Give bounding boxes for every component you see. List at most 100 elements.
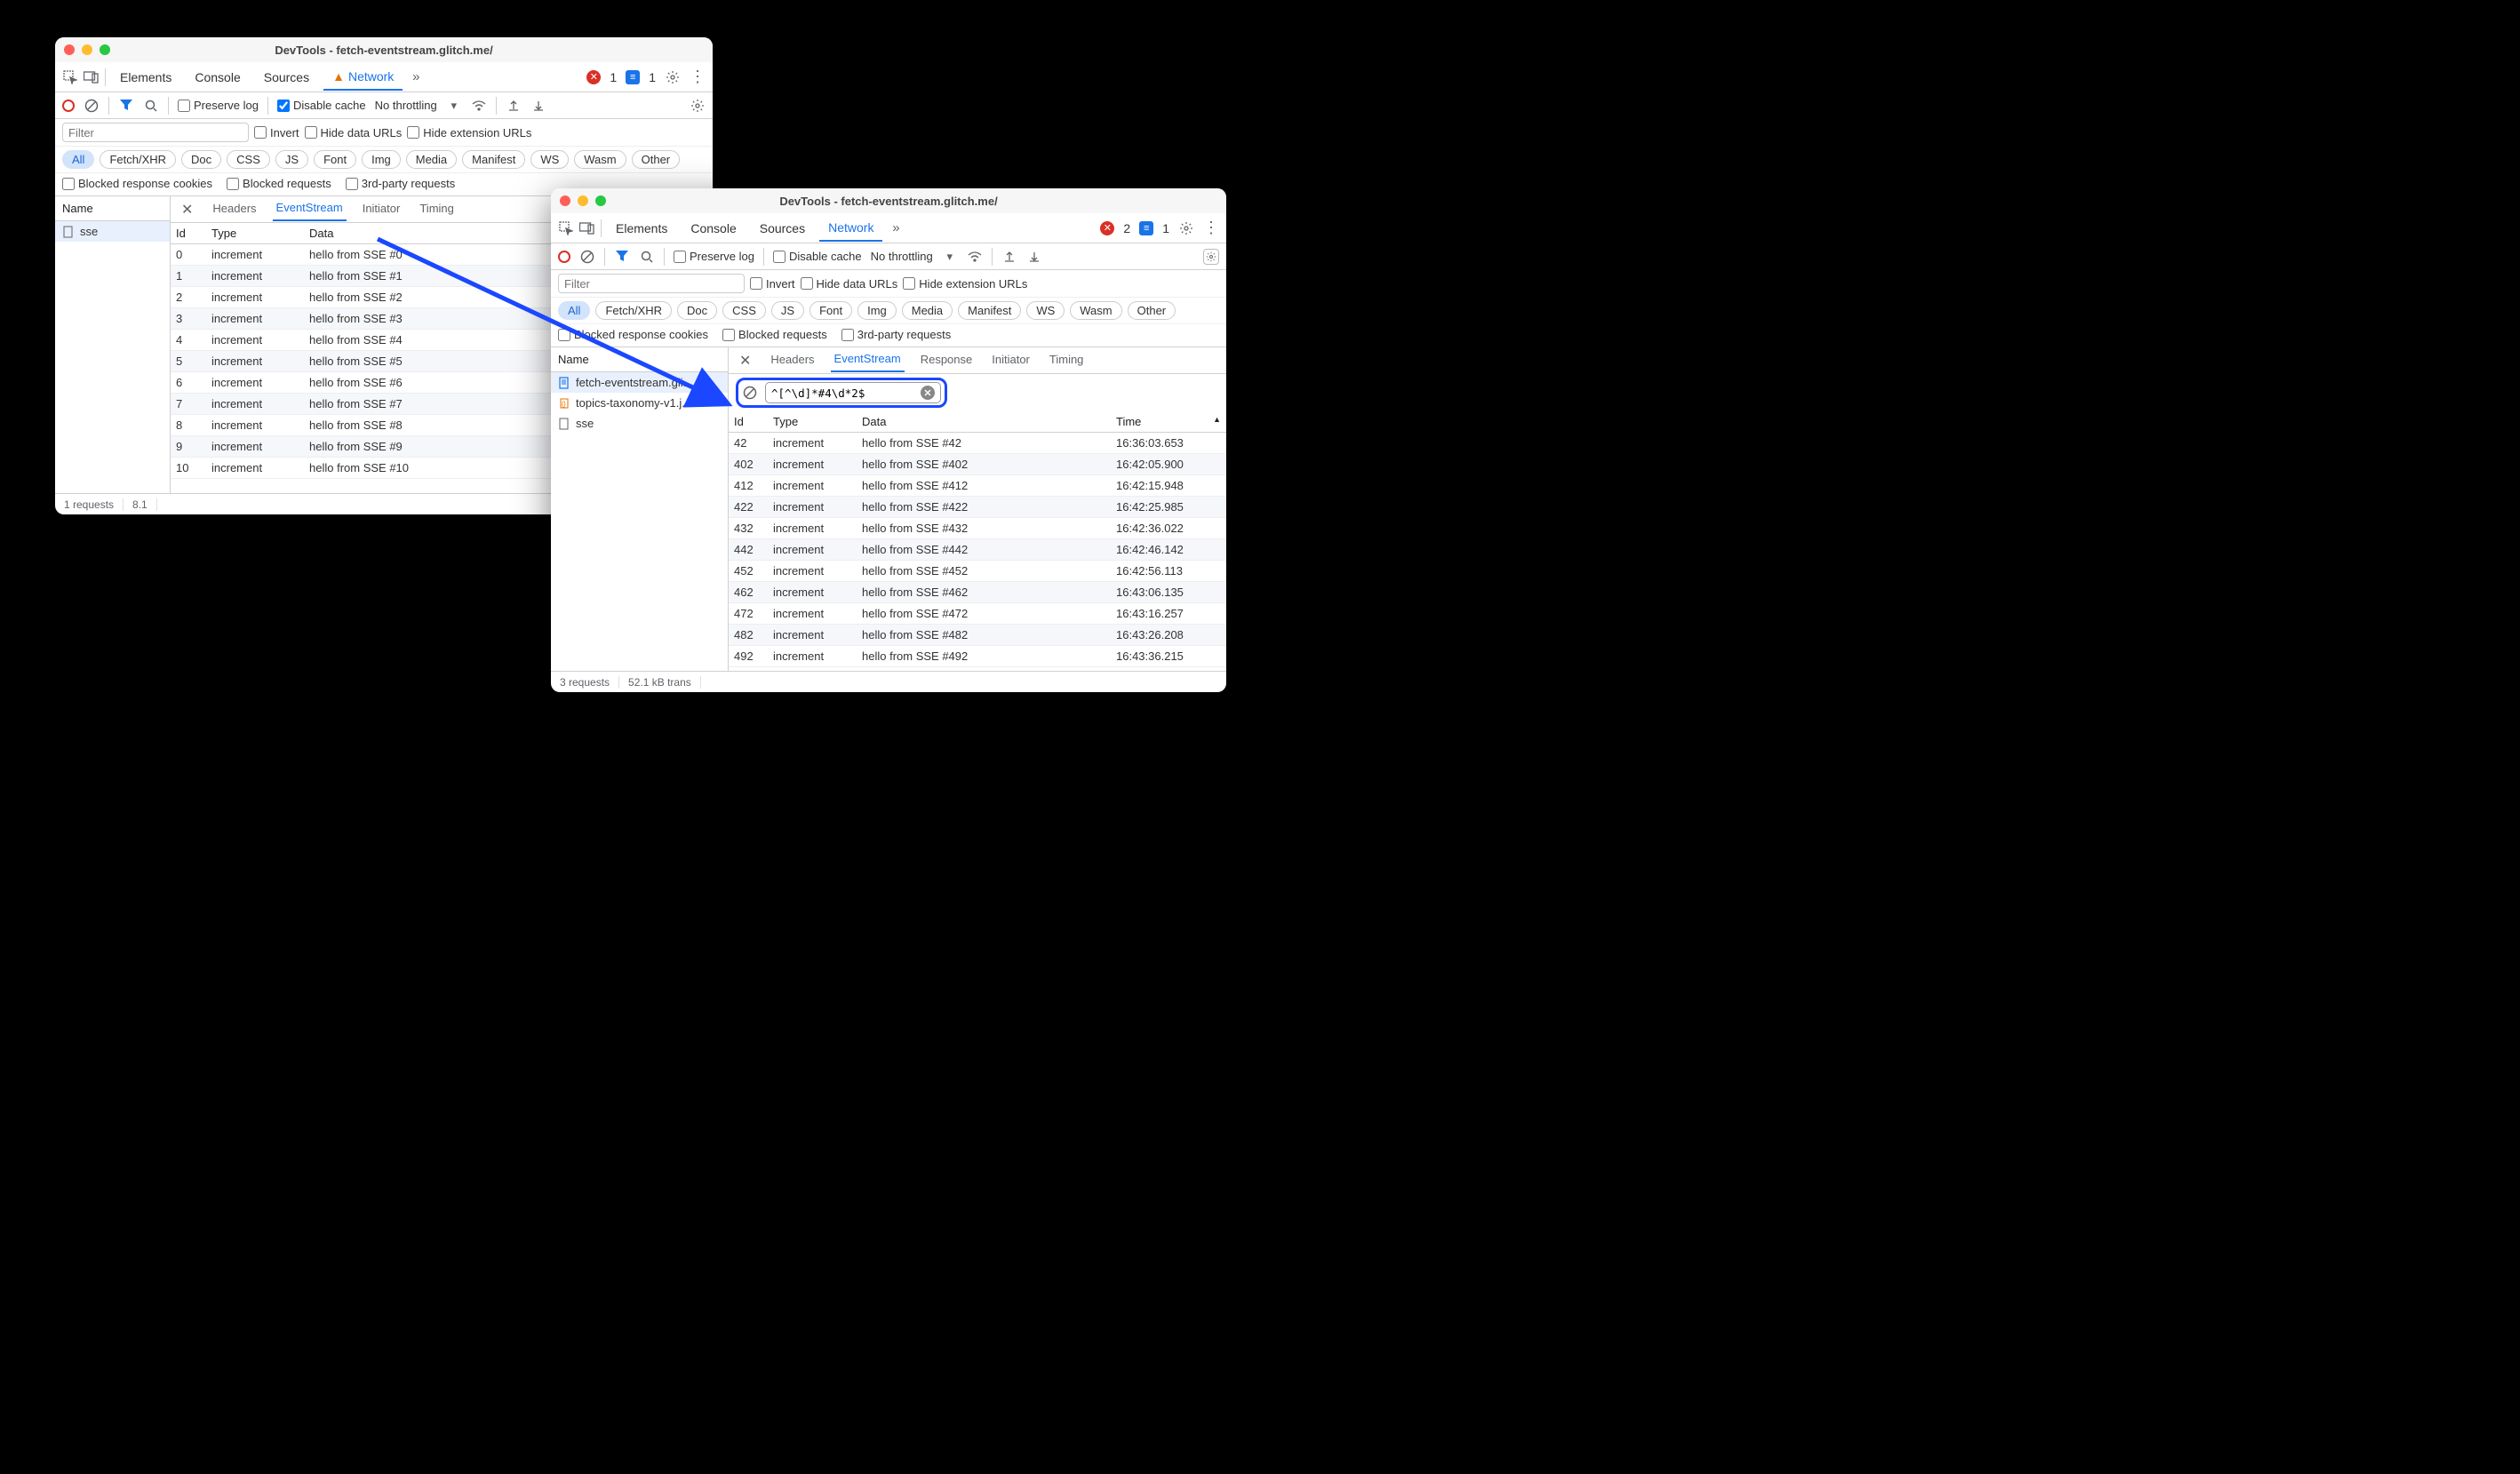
chip-media[interactable]: Media: [406, 150, 457, 169]
chip-wasm[interactable]: Wasm: [574, 150, 626, 169]
upload-icon[interactable]: [1001, 249, 1017, 265]
blocked-cookies-checkbox[interactable]: Blocked response cookies: [62, 177, 212, 190]
es-row[interactable]: 492incrementhello from SSE #49216:43:36.…: [729, 646, 1226, 667]
es-row[interactable]: 462incrementhello from SSE #46216:43:06.…: [729, 582, 1226, 603]
chip-ws[interactable]: WS: [530, 150, 569, 169]
es-row[interactable]: 472incrementhello from SSE #47216:43:16.…: [729, 603, 1226, 625]
record-button[interactable]: [62, 100, 75, 112]
preserve-log-checkbox[interactable]: Preserve log: [178, 99, 259, 112]
close-icon[interactable]: [64, 44, 75, 55]
error-badge[interactable]: ✕: [1100, 221, 1114, 235]
wifi-icon[interactable]: [967, 249, 983, 265]
download-icon[interactable]: [530, 98, 546, 114]
es-row[interactable]: 442incrementhello from SSE #44216:42:46.…: [729, 539, 1226, 561]
traffic-lights[interactable]: [560, 195, 606, 206]
chip-all[interactable]: All: [62, 150, 94, 169]
filter-input[interactable]: [62, 123, 249, 142]
detail-tab-eventstream[interactable]: EventStream: [273, 197, 347, 221]
chip-js[interactable]: JS: [771, 301, 804, 320]
wifi-icon[interactable]: [471, 98, 487, 114]
tab-console[interactable]: Console: [186, 65, 249, 90]
close-icon[interactable]: ✕: [178, 201, 196, 219]
inspect-element-icon[interactable]: [558, 220, 574, 236]
more-menu-icon[interactable]: ⋮: [690, 69, 706, 85]
device-toolbar-icon[interactable]: [84, 69, 100, 85]
es-row[interactable]: 452incrementhello from SSE #45216:42:56.…: [729, 561, 1226, 582]
upload-icon[interactable]: [506, 98, 522, 114]
tab-network[interactable]: ▲Network: [323, 64, 403, 91]
chevron-down-icon[interactable]: ▾: [446, 98, 462, 114]
es-row[interactable]: 422incrementhello from SSE #42216:42:25.…: [729, 497, 1226, 518]
chevron-down-icon[interactable]: ▾: [942, 249, 958, 265]
tab-sources[interactable]: Sources: [751, 216, 814, 241]
close-icon[interactable]: ✕: [736, 352, 754, 370]
tab-sources[interactable]: Sources: [255, 65, 318, 90]
record-button[interactable]: [558, 251, 570, 263]
more-menu-icon[interactable]: ⋮: [1203, 220, 1219, 236]
filter-icon[interactable]: [614, 249, 630, 265]
request-item-sse[interactable]: sse: [55, 221, 170, 242]
invert-checkbox[interactable]: Invert: [750, 277, 795, 291]
info-badge[interactable]: ≡: [1139, 221, 1153, 235]
detail-tab-timing[interactable]: Timing: [416, 198, 458, 220]
col-type[interactable]: Type: [206, 223, 304, 244]
chip-css[interactable]: CSS: [227, 150, 270, 169]
chip-js[interactable]: JS: [275, 150, 308, 169]
search-icon[interactable]: [143, 98, 159, 114]
titlebar[interactable]: DevTools - fetch-eventstream.glitch.me/: [55, 37, 713, 62]
col-data[interactable]: Data: [857, 411, 1111, 433]
chip-manifest[interactable]: Manifest: [462, 150, 525, 169]
tab-network[interactable]: Network: [819, 215, 882, 242]
hide-extension-urls-checkbox[interactable]: Hide extension URLs: [407, 126, 531, 139]
device-toolbar-icon[interactable]: [579, 220, 595, 236]
chip-font[interactable]: Font: [314, 150, 356, 169]
error-badge[interactable]: ✕: [586, 70, 601, 84]
clear-icon[interactable]: [579, 249, 595, 265]
chip-img[interactable]: Img: [857, 301, 897, 320]
col-id[interactable]: Id: [729, 411, 768, 433]
chip-media[interactable]: Media: [902, 301, 953, 320]
chip-font[interactable]: Font: [809, 301, 852, 320]
chip-fetch-xhr[interactable]: Fetch/XHR: [100, 150, 176, 169]
filter-input[interactable]: [558, 274, 745, 293]
es-row[interactable]: 432incrementhello from SSE #43216:42:36.…: [729, 518, 1226, 539]
download-icon[interactable]: [1026, 249, 1042, 265]
disable-cache-checkbox[interactable]: Disable cache: [277, 99, 366, 112]
zoom-icon[interactable]: [595, 195, 606, 206]
disable-cache-checkbox[interactable]: Disable cache: [773, 250, 862, 263]
chip-all[interactable]: All: [558, 301, 590, 320]
chip-wasm[interactable]: Wasm: [1070, 301, 1121, 320]
es-regex-input[interactable]: [765, 382, 941, 403]
clear-input-icon[interactable]: [921, 386, 935, 400]
close-icon[interactable]: [560, 195, 570, 206]
request-item[interactable]: sse: [551, 413, 728, 434]
blocked-requests-checkbox[interactable]: Blocked requests: [722, 328, 827, 341]
name-column-header[interactable]: Name: [55, 196, 170, 221]
detail-tab-initiator[interactable]: Initiator: [988, 349, 1033, 371]
filter-icon[interactable]: [118, 98, 134, 114]
request-item[interactable]: fetch-eventstream.gli...: [551, 372, 728, 393]
traffic-lights[interactable]: [64, 44, 110, 55]
clear-icon[interactable]: [84, 98, 100, 114]
request-item[interactable]: {}topics-taxonomy-v1.j...: [551, 393, 728, 413]
minimize-icon[interactable]: [578, 195, 588, 206]
col-id[interactable]: Id: [171, 223, 206, 244]
preserve-log-checkbox[interactable]: Preserve log: [674, 250, 754, 263]
third-party-checkbox[interactable]: 3rd-party requests: [841, 328, 952, 341]
detail-tab-headers[interactable]: Headers: [209, 198, 259, 220]
tab-console[interactable]: Console: [682, 216, 745, 241]
blocked-cookies-checkbox[interactable]: Blocked response cookies: [558, 328, 708, 341]
es-row[interactable]: 412incrementhello from SSE #41216:42:15.…: [729, 475, 1226, 497]
es-row[interactable]: 402incrementhello from SSE #40216:42:05.…: [729, 454, 1226, 475]
col-time[interactable]: Time ▲: [1111, 411, 1226, 433]
inspect-element-icon[interactable]: [62, 69, 78, 85]
chip-other[interactable]: Other: [632, 150, 681, 169]
chip-fetch-xhr[interactable]: Fetch/XHR: [595, 301, 672, 320]
third-party-checkbox[interactable]: 3rd-party requests: [346, 177, 456, 190]
chip-doc[interactable]: Doc: [181, 150, 221, 169]
search-icon[interactable]: [639, 249, 655, 265]
detail-tab-initiator[interactable]: Initiator: [359, 198, 404, 220]
hide-data-urls-checkbox[interactable]: Hide data URLs: [801, 277, 898, 291]
chip-other[interactable]: Other: [1128, 301, 1176, 320]
hide-extension-urls-checkbox[interactable]: Hide extension URLs: [903, 277, 1027, 291]
